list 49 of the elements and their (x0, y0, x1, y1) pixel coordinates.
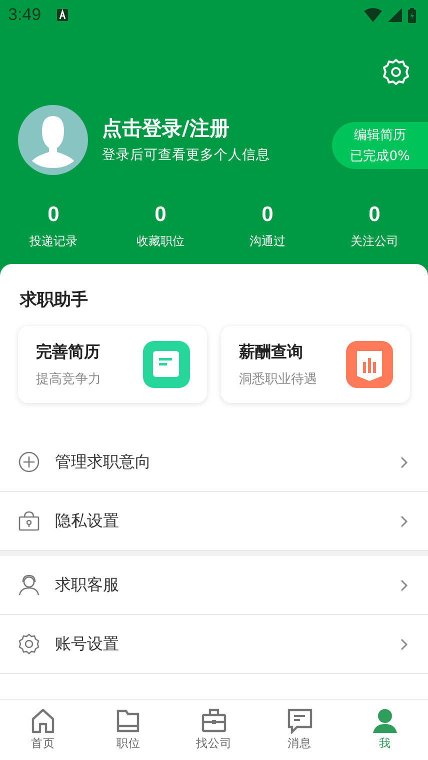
wifi-icon (364, 8, 382, 22)
chart-badge-icon (346, 341, 393, 388)
document-icon (143, 341, 190, 388)
edit-resume-button[interactable]: 编辑简历 已完成0% (332, 122, 428, 169)
stat-count[interactable]: 0 (368, 203, 380, 227)
tab-item[interactable]: 我 (342, 700, 428, 760)
tool-card[interactable]: 完善简历 提高竞争力 (18, 326, 207, 403)
plus-circle-icon (18, 451, 40, 473)
stat-count[interactable]: 0 (154, 203, 166, 227)
battery-icon (408, 8, 416, 22)
avatar-icon[interactable] (18, 105, 88, 175)
chevron-right-icon (400, 514, 408, 528)
tab-item[interactable]: 找公司 (171, 700, 257, 760)
tool-card[interactable]: 薪酬查询 洞悉职业待遇 (221, 326, 410, 403)
chevron-right-icon (400, 578, 408, 592)
chat-icon (286, 708, 313, 734)
status-time: 3:49 (8, 5, 42, 25)
card-title: 薪酬查询 (239, 340, 304, 362)
stat-label[interactable]: 关注公司 (350, 232, 398, 250)
signal-icon (388, 8, 402, 22)
tab-item[interactable]: 消息 (256, 700, 342, 760)
tab-item[interactable]: 首页 (0, 700, 86, 760)
stat-label[interactable]: 收藏职位 (136, 232, 184, 250)
stat-label[interactable]: 投递记录 (30, 232, 78, 250)
menu-item[interactable]: 隐私设置 (0, 492, 428, 551)
person-icon (372, 708, 398, 734)
menu-item[interactable]: 账号设置 (0, 615, 428, 674)
card-subtitle: 洞悉职业待遇 (239, 370, 318, 388)
section-title: 求职助手 (18, 289, 88, 312)
chevron-right-icon (400, 638, 408, 650)
lock-icon (18, 510, 40, 532)
stat-count[interactable]: 0 (48, 203, 60, 227)
briefcase-icon (200, 708, 227, 734)
chevron-right-icon (400, 456, 408, 468)
home-icon (30, 708, 56, 734)
folder-icon (115, 708, 142, 734)
menu-item[interactable]: 管理求职意向 (0, 433, 428, 492)
card-title: 完善简历 (36, 340, 101, 362)
login-title[interactable]: 点击登录/注册 (102, 115, 332, 141)
stat-label[interactable]: 沟通过 (250, 232, 286, 250)
menu-item[interactable]: 求职客服 (0, 556, 428, 615)
gear-icon (18, 633, 40, 655)
stat-count[interactable]: 0 (262, 203, 274, 227)
tab-item[interactable]: 职位 (86, 700, 172, 760)
settings-icon[interactable] (382, 58, 410, 86)
card-subtitle: 提高竞争力 (36, 370, 102, 388)
login-hint: 登录后可查看更多个人信息 (102, 146, 271, 165)
headset-person-icon (18, 574, 40, 596)
keyboard-icon (57, 9, 68, 21)
